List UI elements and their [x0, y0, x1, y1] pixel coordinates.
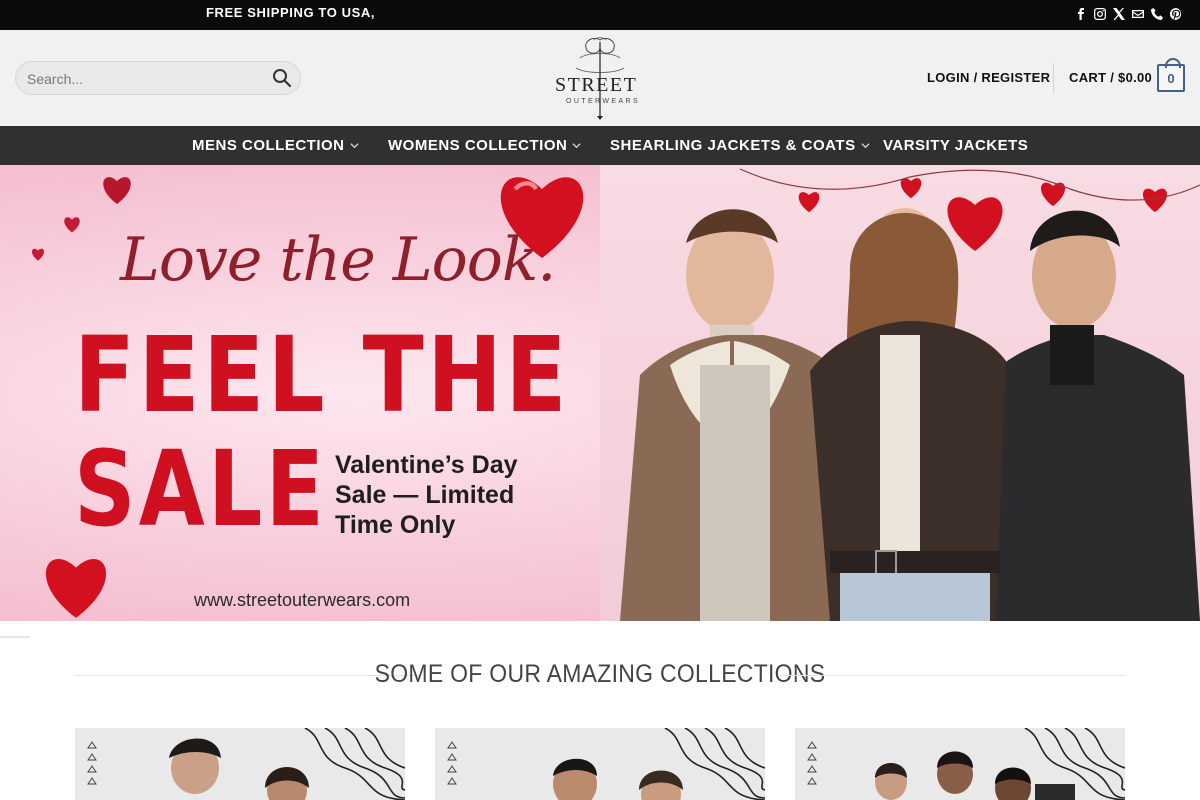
phone-icon[interactable]	[1151, 7, 1163, 21]
hero-headline-2: SALE	[74, 428, 328, 550]
site-logo[interactable]: STREET OUTERWEARS	[550, 36, 650, 120]
collection-image	[447, 728, 765, 800]
search-field[interactable]: Search...	[15, 61, 301, 95]
nav-item-mens-collection[interactable]: MENS COLLECTION	[192, 137, 359, 154]
nav-item-label: VARSITY JACKETS	[883, 137, 1029, 154]
collection-card[interactable]	[75, 728, 405, 800]
hero-subline-1: Valentine’s Day	[335, 451, 518, 479]
hero-headline-1: FEEL THE	[74, 314, 570, 436]
nav-item-label: MENS COLLECTION	[192, 137, 345, 154]
hero-subline-3: Time Only	[335, 511, 456, 539]
search-icon[interactable]	[272, 68, 292, 88]
hero-script-line: Love the Look.	[120, 225, 556, 295]
nav-item-label: WOMENS COLLECTION	[388, 137, 568, 154]
email-icon[interactable]	[1132, 7, 1144, 21]
chevron-down-icon	[349, 143, 359, 149]
x-icon[interactable]	[1113, 7, 1125, 21]
logo-wordmark: STREET	[555, 74, 638, 96]
cart-link[interactable]: CART / $0.00	[1069, 70, 1152, 85]
chevron-down-icon	[861, 143, 870, 149]
instagram-icon[interactable]	[1094, 7, 1106, 21]
hero-url: www.streetouterwears.com	[194, 590, 411, 610]
site-header: Search... STREET OUTERWEARS LOGIN / REGI…	[0, 30, 1200, 126]
cart-count-badge[interactable]: 0	[1157, 58, 1185, 92]
slider-progress	[0, 636, 30, 638]
logo-subtext: OUTERWEARS	[566, 98, 641, 105]
section-divider-right	[780, 675, 1125, 676]
nav-item-womens-collection[interactable]: WOMENS COLLECTION	[388, 137, 581, 154]
collection-card[interactable]	[795, 728, 1125, 800]
nav-item-label: SHEARLING JACKETS & COATS	[610, 137, 856, 154]
models-photo	[620, 208, 1200, 621]
facebook-icon[interactable]	[1075, 7, 1087, 21]
heart-icon	[45, 558, 107, 618]
top-bar: FREE SHIPPING TO USA,	[0, 0, 1200, 30]
hero-subline: Valentine’s Day Sale — Limited Time Only	[335, 450, 518, 540]
pinterest-icon[interactable]	[1170, 7, 1182, 21]
collection-image	[807, 728, 1125, 800]
search-input[interactable]: Search...	[27, 71, 83, 87]
login-register-link[interactable]: LOGIN / REGISTER	[927, 70, 1050, 85]
shipping-notice: FREE SHIPPING TO USA,	[206, 5, 376, 20]
chevron-down-icon	[572, 143, 581, 149]
hero-banner[interactable]: Love the Look. FEEL THE SALE Valentine’s…	[0, 165, 1200, 621]
main-nav: MENS COLLECTION WOMENS COLLECTION SHEARL…	[0, 126, 1200, 165]
header-divider	[1053, 63, 1054, 93]
nav-item-varsity-jackets[interactable]: VARSITY JACKETS	[883, 137, 1028, 154]
heart-icon	[31, 248, 45, 261]
nav-item-shearling-jackets[interactable]: SHEARLING JACKETS & COATS	[610, 137, 870, 154]
collection-card[interactable]	[435, 728, 765, 800]
heart-icon	[103, 177, 131, 204]
heart-icon	[64, 217, 80, 233]
collection-image	[87, 728, 405, 800]
social-links	[1075, 7, 1182, 21]
hero-subline-2: Sale — Limited	[335, 481, 515, 509]
